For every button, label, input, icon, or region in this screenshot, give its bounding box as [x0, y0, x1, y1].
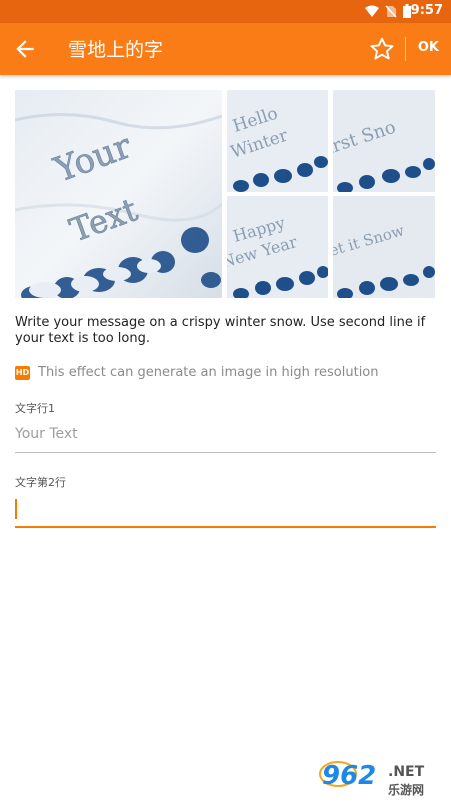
hd-badge-icon: HD: [15, 365, 30, 380]
preview-gallery: Your Text Hello Winter irst Sno Happy Ne…: [15, 90, 435, 298]
text-line1-label: 文字行1: [15, 402, 55, 415]
app-bar: 雪地上的字 OK: [0, 23, 451, 75]
snow-thumb-image: et it Snow: [333, 196, 435, 298]
text-line1-placeholder: Your Text: [15, 426, 78, 442]
hd-note-text: This effect can generate an image in hig…: [38, 365, 379, 380]
snow-thumb-image: irst Sno: [333, 90, 435, 192]
text-line2-input[interactable]: [15, 495, 436, 528]
site-watermark-logo: 962 .NET 乐游网: [318, 758, 444, 798]
hd-note: HD This effect can generate an image in h…: [15, 362, 379, 380]
svg-text:.NET: .NET: [388, 764, 425, 780]
status-bar: 9:57: [0, 0, 451, 23]
text-cursor: [15, 499, 17, 519]
back-arrow-icon[interactable]: [12, 36, 38, 62]
text-line2-label: 文字第2行: [15, 476, 66, 489]
svg-text:962: 962: [322, 761, 376, 791]
snow-thumb-image: Hello Winter: [227, 90, 328, 192]
no-sim-icon: [385, 5, 397, 18]
app-bar-divider: [405, 37, 406, 61]
status-time: 9:57: [410, 3, 443, 18]
preview-thumb[interactable]: Hello Winter: [227, 90, 328, 192]
preview-thumb[interactable]: et it Snow: [333, 196, 435, 298]
page-title: 雪地上的字: [68, 39, 164, 61]
ok-button[interactable]: OK: [418, 40, 439, 55]
snow-preview-image: Your Text: [15, 90, 222, 298]
wifi-icon: [365, 5, 379, 17]
star-icon[interactable]: [369, 36, 395, 62]
effect-description: Write your message on a crispy winter sn…: [15, 315, 426, 346]
svg-text:乐游网: 乐游网: [388, 782, 424, 797]
preview-thumb[interactable]: Happy New Year: [227, 196, 328, 298]
preview-main[interactable]: Your Text: [15, 90, 222, 298]
snow-thumb-image: Happy New Year: [227, 196, 328, 298]
preview-thumb[interactable]: irst Sno: [333, 90, 435, 192]
text-line1-input[interactable]: Your Text: [15, 420, 436, 453]
